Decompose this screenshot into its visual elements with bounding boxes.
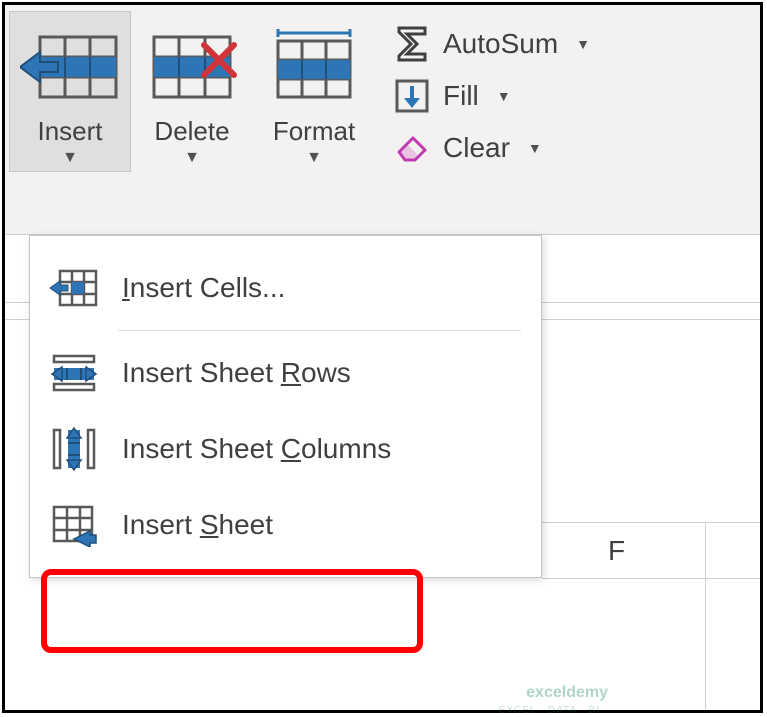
menu-divider — [118, 330, 521, 331]
insert-label: Insert — [37, 116, 102, 147]
insert-icon — [20, 20, 120, 110]
delete-button[interactable]: Delete ▼ — [131, 11, 253, 172]
chevron-down-icon: ▼ — [497, 88, 511, 104]
menu-item-label: Insert Sheet Columns — [122, 433, 391, 465]
grid-divider — [542, 578, 760, 579]
clear-label: Clear — [443, 132, 510, 164]
insert-rows-icon — [50, 349, 98, 397]
autosum-button[interactable]: AutoSum ▼ — [393, 25, 590, 63]
sigma-icon — [393, 25, 431, 63]
menu-item-label: Insert Sheet — [122, 509, 273, 541]
chevron-down-icon: ▼ — [576, 36, 590, 52]
ribbon: Insert ▼ — [5, 5, 760, 235]
insert-columns-icon — [50, 425, 98, 473]
chevron-down-icon: ▼ — [62, 149, 78, 167]
cells-group: Insert ▼ — [5, 5, 375, 172]
clear-button[interactable]: Clear ▼ — [393, 129, 590, 167]
format-label: Format — [273, 116, 355, 147]
format-icon — [264, 20, 364, 110]
menu-insert-sheet-rows[interactable]: Insert Sheet Rows — [30, 335, 541, 411]
delete-label: Delete — [154, 116, 229, 147]
autosum-label: AutoSum — [443, 28, 558, 60]
menu-item-label: Insert Cells... — [122, 272, 285, 304]
chevron-down-icon: ▼ — [306, 149, 322, 167]
menu-insert-cells[interactable]: Insert Cells... — [30, 250, 541, 326]
menu-item-label: Insert Sheet Rows — [122, 357, 351, 389]
insert-button[interactable]: Insert ▼ — [9, 11, 131, 172]
fill-button[interactable]: Fill ▼ — [393, 77, 590, 115]
menu-insert-sheet-columns[interactable]: Insert Sheet Columns — [30, 411, 541, 487]
insert-sheet-icon — [50, 501, 98, 549]
insert-cells-icon — [50, 264, 98, 312]
fill-down-icon — [393, 77, 431, 115]
watermark: exceldemy — [526, 684, 608, 702]
editing-group: AutoSum ▼ Fill ▼ — [375, 5, 600, 167]
menu-insert-sheet[interactable]: Insert Sheet — [30, 487, 541, 563]
watermark-subtitle: EXCEL · DATA · BI — [499, 705, 600, 716]
fill-label: Fill — [443, 80, 479, 112]
chevron-down-icon: ▼ — [528, 140, 542, 156]
column-header-f[interactable]: F — [608, 535, 625, 567]
grid-divider — [542, 522, 760, 523]
format-button[interactable]: Format ▼ — [253, 11, 375, 172]
delete-icon — [142, 20, 242, 110]
grid-divider — [705, 522, 706, 710]
eraser-icon — [393, 129, 431, 167]
chevron-down-icon: ▼ — [184, 149, 200, 167]
insert-dropdown-menu: Insert Cells... Insert Sheet Rows — [29, 235, 542, 578]
